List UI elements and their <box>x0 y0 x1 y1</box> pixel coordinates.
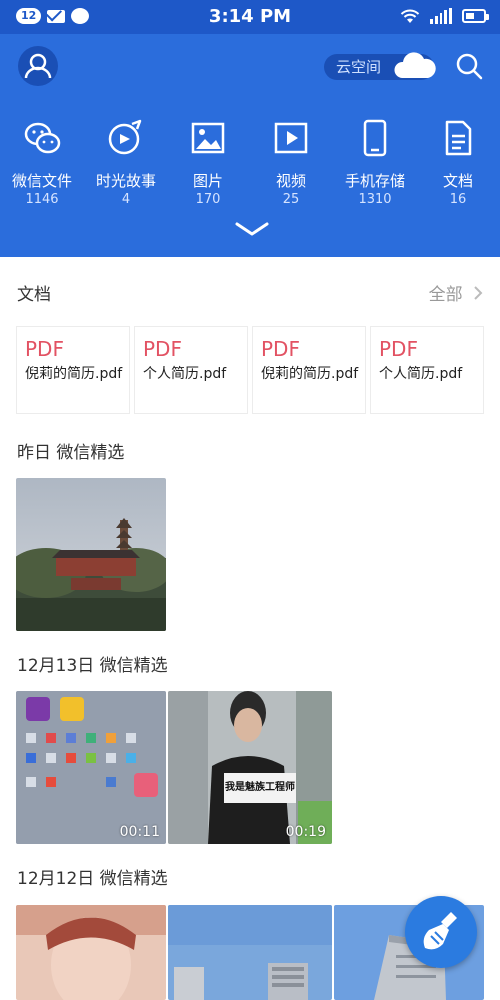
story-icon <box>108 119 142 155</box>
wechat-icon <box>24 122 61 154</box>
user-icon <box>24 53 52 79</box>
chevron-right-icon <box>474 286 483 300</box>
category-count: 4 <box>121 192 131 207</box>
category-images[interactable]: 图片 170 <box>166 118 250 213</box>
photo-thumbnail[interactable] <box>168 905 332 1000</box>
status-bar: 12 3:14 PM <box>0 0 500 34</box>
group-title: 12月12日 微信精选 <box>17 869 168 889</box>
category-label: 视频 <box>275 172 306 190</box>
category-label: 微信文件 <box>11 172 72 190</box>
category-label: 时光故事 <box>95 172 156 190</box>
pdf-type-label: PDF <box>25 337 64 361</box>
wifi-icon <box>400 9 420 23</box>
image-icon <box>191 122 225 154</box>
documents-section-title: 文档 <box>17 285 51 305</box>
portrait-photo <box>16 905 166 1000</box>
pagoda-photo <box>16 478 166 631</box>
category-wechat-files[interactable]: 微信文件 1146 <box>0 118 84 213</box>
document-card[interactable]: PDF 个人简历.pdf <box>134 326 248 414</box>
chevron-down-icon[interactable] <box>234 220 270 240</box>
document-name: 个人简历.pdf <box>143 366 227 382</box>
pdf-type-label: PDF <box>143 337 182 361</box>
cloud-space-button[interactable]: 云空间 <box>324 52 436 80</box>
pdf-type-label: PDF <box>261 337 300 361</box>
video-icon <box>274 122 308 154</box>
category-count: 1146 <box>25 192 59 207</box>
category-row: 微信文件 1146 时光故事 4 图片 170 视频 25 手机存储 1310 … <box>0 118 500 213</box>
document-card[interactable]: PDF 个人简历.pdf <box>370 326 484 414</box>
category-count: 25 <box>282 192 300 207</box>
search-icon[interactable] <box>455 52 483 80</box>
pdf-type-label: PDF <box>379 337 418 361</box>
category-label: 图片 <box>192 172 223 190</box>
document-name: 倪莉的简历.pdf <box>25 366 123 382</box>
battery-icon <box>462 9 489 23</box>
group-title: 昨日 微信精选 <box>17 443 125 463</box>
avatar[interactable] <box>18 46 58 86</box>
engineer-video-frame <box>168 691 332 844</box>
cloud-space-label: 云空间 <box>336 58 382 76</box>
homescreen-video-frame <box>16 691 166 844</box>
sign-text: 我是魅族工程师 <box>225 782 295 793</box>
category-time-stories[interactable]: 时光故事 4 <box>84 118 168 213</box>
video-thumbnail[interactable]: 00:11 <box>16 691 166 844</box>
cleanup-button[interactable] <box>405 896 477 968</box>
category-documents[interactable]: 文档 16 <box>416 118 500 213</box>
category-count: 1310 <box>358 192 392 207</box>
document-name: 倪莉的简历.pdf <box>261 366 359 382</box>
phone-icon <box>363 119 387 157</box>
photo-thumbnail[interactable] <box>16 905 166 1000</box>
header: 云空间 微信文件 1146 时光故事 4 图片 170 视频 25 手机存储 1… <box>0 34 500 257</box>
category-count: 170 <box>195 192 221 207</box>
video-duration: 00:19 <box>285 824 326 840</box>
document-card[interactable]: PDF 倪莉的简历.pdf <box>252 326 366 414</box>
photo-thumbnail[interactable] <box>16 478 166 631</box>
category-phone-storage[interactable]: 手机存储 1310 <box>333 118 417 213</box>
signal-icon <box>430 8 452 24</box>
broom-icon <box>423 912 457 950</box>
cloud-icon <box>394 52 436 78</box>
video-duration: 00:11 <box>119 824 160 840</box>
see-all-link[interactable]: 全部 <box>429 280 484 305</box>
status-indicators <box>400 8 489 24</box>
document-icon <box>445 120 472 156</box>
category-label: 文档 <box>442 172 473 190</box>
document-name: 个人简历.pdf <box>379 366 463 382</box>
building-photo <box>168 905 332 1000</box>
category-label: 手机存储 <box>344 172 405 190</box>
category-count: 16 <box>449 192 467 207</box>
video-thumbnail[interactable]: 我是魅族工程师 00:19 <box>168 691 332 844</box>
group-title: 12月13日 微信精选 <box>17 656 168 676</box>
document-card[interactable]: PDF 倪莉的简历.pdf <box>16 326 130 414</box>
see-all-label: 全部 <box>428 285 463 305</box>
category-videos[interactable]: 视频 25 <box>249 118 333 213</box>
